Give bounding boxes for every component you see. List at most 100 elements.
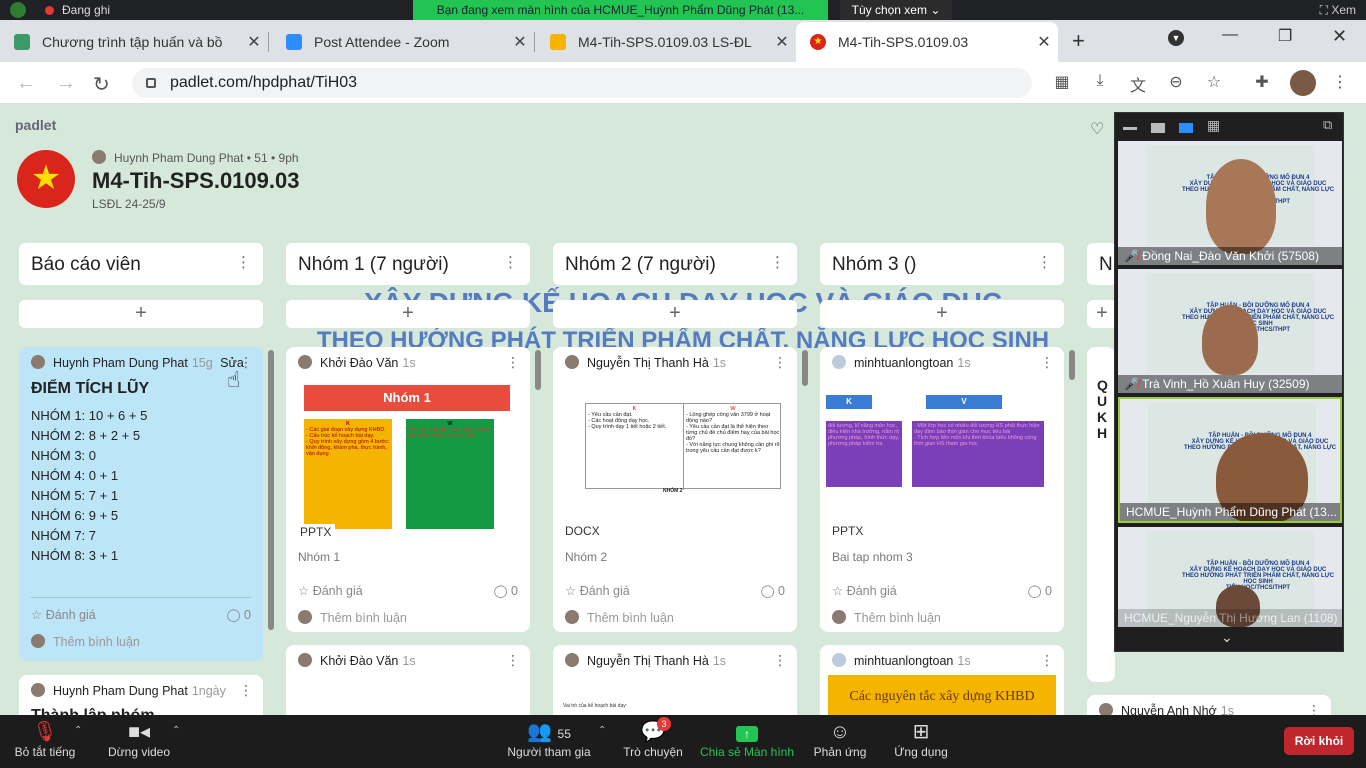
- post-card-groups[interactable]: Huynh Pham Dung Phat1ngày ⋮ Thành lập nh…: [19, 675, 263, 715]
- comment-count[interactable]: ◯ 0: [761, 583, 785, 598]
- new-tab-button[interactable]: +: [1072, 28, 1085, 54]
- participant-video-active-speaker[interactable]: TẬP HUẤN - BỒI DƯỠNG MÔ ĐUN 4 XÂY DỰNG K…: [1118, 397, 1342, 523]
- zoom-out-icon[interactable]: ⊖: [1166, 72, 1186, 92]
- chat-button[interactable]: 💬 Trò chuyện: [620, 719, 686, 759]
- minimize-panel-icon[interactable]: [1123, 127, 1137, 130]
- add-post-button[interactable]: +: [1087, 300, 1117, 328]
- add-post-button[interactable]: +: [820, 300, 1064, 328]
- post-card-nhom3[interactable]: minhtuanlongtoan 1s ⋮ K V đối tượng, kĩ n…: [820, 347, 1064, 632]
- back-arrow-icon[interactable]: ←: [16, 72, 36, 95]
- slide-v-header: V: [926, 395, 1002, 409]
- smiley-icon: ☺: [829, 721, 851, 743]
- rate-button[interactable]: ☆ Đánh giá: [565, 583, 630, 598]
- add-comment-field[interactable]: Thêm bình luận: [565, 610, 674, 625]
- column-menu-icon[interactable]: ⋮: [503, 253, 518, 271]
- leave-meeting-button[interactable]: Rời khỏi: [1284, 727, 1354, 755]
- add-comment-field[interactable]: Thêm bình luận: [298, 610, 407, 625]
- close-icon[interactable]: ✕: [1030, 32, 1058, 52]
- profile-avatar[interactable]: [1290, 70, 1316, 96]
- post-menu-icon[interactable]: ⋮: [506, 652, 520, 669]
- column-menu-icon[interactable]: ⋮: [1037, 253, 1052, 271]
- rate-button[interactable]: ☆ Đánh giá: [298, 583, 363, 598]
- post-card-nhom1-2[interactable]: Khởi Đào Văn 1s ⋮: [286, 645, 530, 715]
- participant-video[interactable]: TẬP HUẤN - BỒI DƯỠNG MÔ ĐUN 4 XÂY DỰNG K…: [1118, 141, 1342, 265]
- participants-button[interactable]: 👥 55 Người tham gia: [504, 719, 594, 759]
- unmute-button[interactable]: 🎙 Bỏ tắt tiếng: [10, 719, 80, 759]
- post-menu-icon[interactable]: ⋮: [239, 354, 253, 371]
- comment-count[interactable]: ◯ 0: [227, 607, 251, 622]
- padlet-logo[interactable]: padlet: [15, 117, 56, 133]
- extensions-icon[interactable]: ✚: [1252, 72, 1272, 92]
- post-menu-icon[interactable]: ⋮: [773, 354, 787, 371]
- close-icon[interactable]: ✕: [240, 32, 268, 52]
- post-card-nhom3-2[interactable]: minhtuanlongtoan 1s ⋮ Các nguyên tắc xây …: [820, 645, 1064, 715]
- chevron-up-icon[interactable]: ⌃: [598, 725, 606, 736]
- slide-thumbnail[interactable]: Nhóm 1 K- Các giai đoạn xây dựng KHBD. -…: [298, 385, 518, 535]
- add-post-button[interactable]: +: [286, 300, 530, 328]
- column-header-nhom-2: Nhóm 2 (7 người) ⋮: [553, 243, 797, 285]
- post-menu-icon[interactable]: ⋮: [1307, 702, 1321, 715]
- post-card-nhom1[interactable]: Khởi Đào Văn 1s ⋮ Nhóm 1 K- Các giai đoạn…: [286, 347, 530, 632]
- reload-icon[interactable]: ↻: [93, 72, 110, 97]
- chevron-up-icon[interactable]: ⌃: [172, 725, 180, 736]
- stop-video-button[interactable]: ■◂ Dừng video: [104, 719, 174, 759]
- column-scrollbar[interactable]: [535, 350, 541, 390]
- add-post-button[interactable]: +: [553, 300, 797, 328]
- vietnam-flag-icon: ★: [810, 34, 826, 50]
- rate-button[interactable]: ☆ Đánh giá: [31, 607, 96, 622]
- exit-panel-icon[interactable]: ⧉: [1323, 117, 1337, 132]
- speaker-view-icon[interactable]: [1151, 123, 1165, 133]
- tab-slides[interactable]: M4-Tih-SPS.0109.03 LS-ĐL ✕: [536, 22, 796, 62]
- participant-video[interactable]: TẬP HUẤN - BỒI DƯỠNG MÔ ĐUN 4 XÂY DỰNG K…: [1118, 269, 1342, 393]
- post-card-nhom2-2[interactable]: Nguyễn Thị Thanh Hà 1s ⋮ Vai trò của kế h…: [553, 645, 797, 715]
- column-scrollbar[interactable]: [802, 350, 808, 386]
- slide-thumbnail[interactable]: K V đối tượng, kĩ năng môn học, điều kiệ…: [826, 395, 1046, 545]
- tab-padlet-active[interactable]: ★ M4-Tih-SPS.0109.03 ✕: [796, 22, 1058, 62]
- add-post-button[interactable]: +: [19, 300, 263, 328]
- add-comment-field[interactable]: Thêm bình luận: [31, 634, 140, 649]
- post-card-partial-2[interactable]: Nguyễn Anh Nhớ 1s ⋮: [1087, 695, 1331, 715]
- url-input[interactable]: padlet.com/hpdphat/TiH03: [132, 68, 1032, 98]
- rate-button[interactable]: ☆ Đánh giá: [832, 583, 897, 598]
- comment-count[interactable]: ◯ 0: [1028, 583, 1052, 598]
- chevron-down-icon[interactable]: ⌄: [1221, 629, 1233, 646]
- share-screen-button[interactable]: ↑ Chia sẻ Màn hình: [698, 719, 796, 759]
- forward-arrow-icon[interactable]: →: [56, 72, 76, 95]
- post-menu-icon[interactable]: ⋮: [506, 354, 520, 371]
- reactions-button[interactable]: ☺ Phản ứng: [810, 719, 870, 759]
- post-menu-icon[interactable]: ⋮: [1040, 354, 1054, 371]
- column-scrollbar[interactable]: [1069, 350, 1075, 380]
- tab-search-icon[interactable]: ▼: [1168, 30, 1184, 46]
- apps-button[interactable]: ⊞ Ứng dụng: [888, 719, 954, 759]
- participant-video[interactable]: TẬP HUẤN - BỒI DƯỠNG MÔ ĐUN 4 XÂY DỰNG K…: [1118, 527, 1342, 627]
- heart-icon[interactable]: ♡: [1090, 119, 1104, 139]
- column-scrollbar[interactable]: [268, 350, 274, 630]
- qr-code-icon[interactable]: ▦: [1052, 72, 1072, 92]
- menu-kebab-icon[interactable]: ⋮: [1330, 72, 1350, 92]
- chevron-up-icon[interactable]: ⌃: [74, 725, 82, 736]
- minimize-button[interactable]: —: [1222, 26, 1238, 44]
- view-options-button[interactable]: Tùy chọn xem ⌄: [840, 0, 952, 20]
- close-icon[interactable]: ✕: [506, 32, 534, 52]
- tab-training-program[interactable]: Chương trình tập huấn và bồ ✕: [0, 22, 268, 62]
- maximize-button[interactable]: ❐: [1278, 26, 1292, 46]
- column-menu-icon[interactable]: ⋮: [236, 253, 251, 271]
- add-comment-field[interactable]: Thêm bình luận: [832, 610, 941, 625]
- post-menu-icon[interactable]: ⋮: [239, 682, 253, 699]
- install-icon[interactable]: ⤓: [1090, 72, 1110, 92]
- close-icon[interactable]: ✕: [768, 32, 796, 52]
- window-close-button[interactable]: ✕: [1332, 26, 1347, 47]
- bookmark-star-icon[interactable]: ☆: [1204, 72, 1224, 92]
- post-card-partial[interactable]: QU KH: [1087, 347, 1115, 682]
- strip-view-icon[interactable]: [1179, 123, 1193, 133]
- post-card-score[interactable]: Huynh Pham Dung Phat 15g Sửa ⋮ ĐIỂM TÍCH …: [19, 347, 263, 661]
- comment-count[interactable]: ◯ 0: [494, 583, 518, 598]
- document-thumbnail[interactable]: K- Yêu cầu cần đạt. - Các hoạt động dạy …: [585, 403, 781, 490]
- post-card-nhom2[interactable]: Nguyễn Thị Thanh Hà 1s ⋮ K- Yêu cầu cần đ…: [553, 347, 797, 632]
- post-menu-icon[interactable]: ⋮: [1040, 652, 1054, 669]
- tab-zoom-attendee[interactable]: Post Attendee - Zoom ✕: [272, 22, 534, 62]
- column-menu-icon[interactable]: ⋮: [770, 253, 785, 271]
- post-menu-icon[interactable]: ⋮: [773, 652, 787, 669]
- gallery-view-icon[interactable]: ▦: [1207, 117, 1221, 133]
- translate-icon[interactable]: 文: [1128, 72, 1148, 95]
